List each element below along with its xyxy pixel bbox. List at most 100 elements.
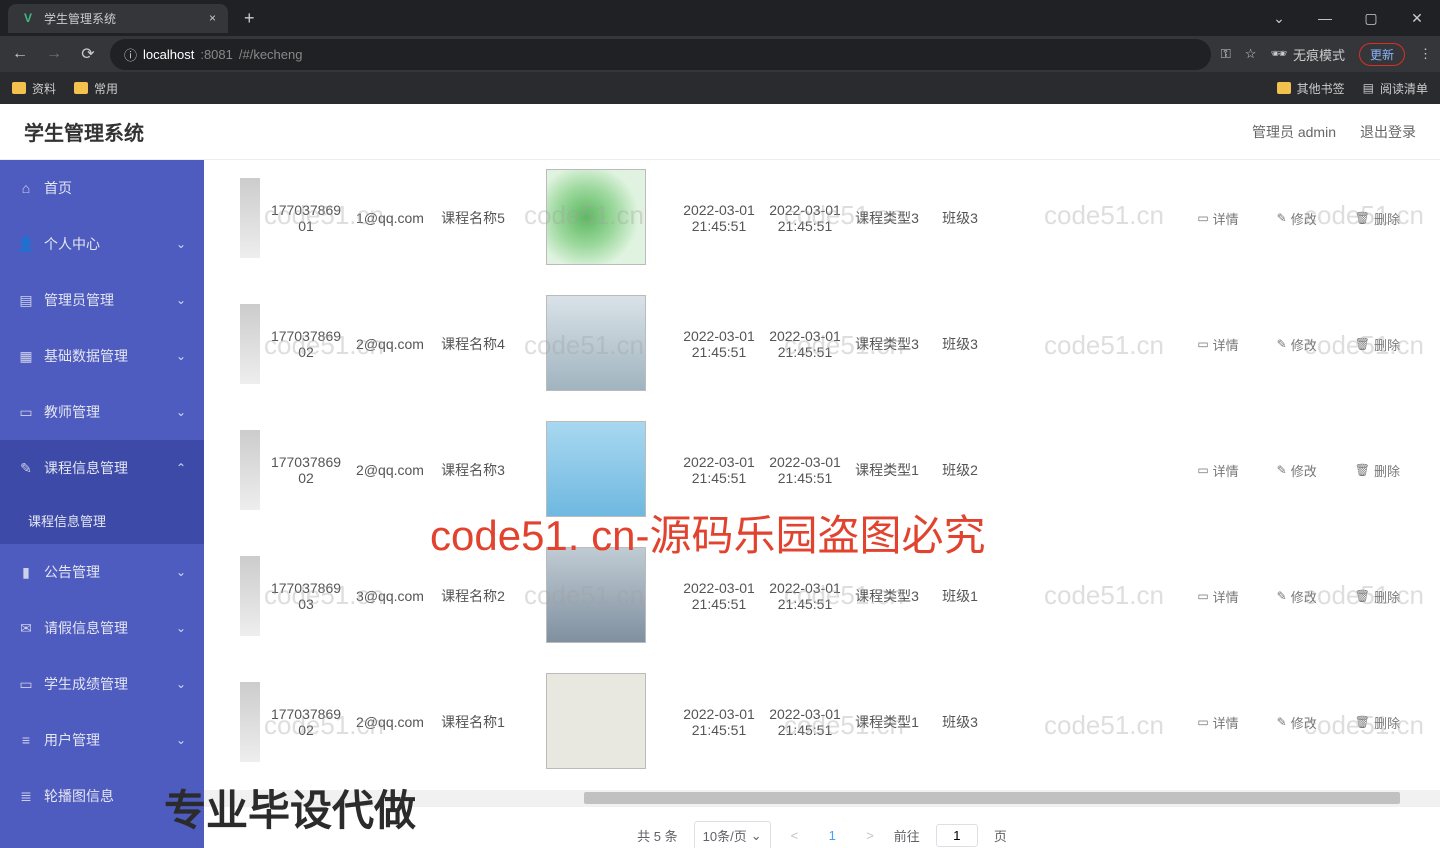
sidebar-subitem-course-info[interactable]: 课程信息管理 <box>0 496 204 544</box>
browser-tab[interactable]: V 学生管理系统 × <box>8 4 228 33</box>
sidebar-item-home[interactable]: ⌂首页 <box>0 160 204 216</box>
key-icon[interactable]: ⚿ <box>1221 46 1231 62</box>
detail-button[interactable]: ▭详情 <box>1197 335 1238 354</box>
chevron-down-icon: ⌄ <box>176 733 186 747</box>
row-email: 2@qq.com <box>350 462 430 478</box>
sidebar-item-admin[interactable]: ▤管理员管理⌄ <box>0 272 204 328</box>
back-icon[interactable]: ← <box>8 45 32 63</box>
new-tab-button[interactable]: + <box>236 4 263 33</box>
horizontal-scrollbar[interactable] <box>204 790 1440 806</box>
sidebar-item-carousel[interactable]: ≣轮播图信息 <box>0 768 204 824</box>
edit-icon: ✎ <box>1277 337 1287 351</box>
row-start-time: 2022-03-01 21:45:51 <box>676 202 762 234</box>
sidebar-item-label: 公告管理 <box>44 562 100 582</box>
minimize-icon[interactable]: — <box>1302 0 1348 36</box>
chevron-down-icon: ⌄ <box>176 565 186 579</box>
incognito-indicator[interactable]: 🕶 无痕模式 <box>1270 45 1345 64</box>
row-id: 177037869​03 <box>262 580 350 612</box>
goto-page-input[interactable] <box>936 824 978 847</box>
sidebar-item-user[interactable]: 👤个人中心⌄ <box>0 216 204 272</box>
page-size-select[interactable]: 10条/页 ⌄ <box>694 821 771 848</box>
close-window-icon[interactable]: ✕ <box>1394 0 1440 36</box>
main-content: 177037869​011@qq.com课程名称52022-03-01 21:4… <box>204 160 1440 848</box>
menu-kebab-icon[interactable]: ⋮ <box>1419 46 1432 62</box>
tab-close-icon[interactable]: × <box>209 11 216 25</box>
sidebar-item-course[interactable]: ✎课程信息管理⌃ <box>0 440 204 496</box>
scrollbar-thumb[interactable] <box>584 792 1400 804</box>
delete-icon: 🗑 <box>1355 337 1370 351</box>
row-image <box>516 169 676 268</box>
edit-button[interactable]: ✎修改 <box>1277 461 1317 480</box>
row-id: 177037869​02 <box>262 328 350 360</box>
sidebar-item-leave[interactable]: ✉请假信息管理⌄ <box>0 600 204 656</box>
next-page-icon[interactable]: > <box>862 828 878 843</box>
sidebar-item-users[interactable]: ≡用户管理⌄ <box>0 712 204 768</box>
detail-button[interactable]: ▭详情 <box>1197 209 1238 228</box>
bookmark-folder[interactable]: 常用 <box>74 80 118 97</box>
maximize-icon[interactable]: ▢ <box>1348 0 1394 36</box>
detail-button[interactable]: ▭详情 <box>1197 461 1238 480</box>
sidebar-item-teacher[interactable]: ▭教师管理⌄ <box>0 384 204 440</box>
row-course-name: 课程名称4 <box>430 334 516 354</box>
chevron-down-icon: ⌄ <box>176 349 186 363</box>
goto-label: 前往 <box>894 826 920 845</box>
app-shell: 学生管理系统 管理员 admin 退出登录 ⌂首页👤个人中心⌄▤管理员管理⌄▦基… <box>0 104 1440 848</box>
delete-button[interactable]: 🗑删除 <box>1355 461 1400 480</box>
row-course-name: 课程名称2 <box>430 586 516 606</box>
users-icon: ≡ <box>18 732 34 748</box>
sidebar-item-data[interactable]: ▦基础数据管理⌄ <box>0 328 204 384</box>
detail-button[interactable]: ▭详情 <box>1197 587 1238 606</box>
sidebar-item-label: 学生成绩管理 <box>44 674 128 694</box>
prev-page-icon[interactable]: < <box>787 828 803 843</box>
reading-list[interactable]: ▤阅读清单 <box>1363 80 1428 97</box>
toolbar-right: ⚿ ☆ 🕶 无痕模式 更新 ⋮ <box>1221 43 1432 66</box>
current-user[interactable]: 管理员 admin <box>1252 122 1336 142</box>
url-port: :8081 <box>200 47 233 62</box>
row-end-time: 2022-03-01 21:45:51 <box>762 580 848 612</box>
delete-icon: 🗑 <box>1355 589 1370 603</box>
edit-button[interactable]: ✎修改 <box>1277 209 1317 228</box>
sidebar-item-notice[interactable]: ▮公告管理⌄ <box>0 544 204 600</box>
url-host: localhost <box>143 47 194 62</box>
edit-icon: ✎ <box>1277 463 1287 477</box>
edit-button[interactable]: ✎修改 <box>1277 713 1317 732</box>
other-bookmarks[interactable]: 其他书签 <box>1277 80 1345 97</box>
logout-link[interactable]: 退出登录 <box>1360 122 1416 142</box>
edit-icon: ✎ <box>1277 715 1287 729</box>
list-icon: ▤ <box>1363 81 1374 95</box>
detail-button[interactable]: ▭详情 <box>1197 713 1238 732</box>
chevron-down-icon[interactable]: ⌄ <box>1256 0 1302 36</box>
delete-button[interactable]: 🗑删除 <box>1355 587 1400 606</box>
detail-icon: ▭ <box>1197 715 1208 729</box>
edit-button[interactable]: ✎修改 <box>1277 587 1317 606</box>
row-image <box>516 421 676 520</box>
row-course-name: 课程名称3 <box>430 460 516 480</box>
reload-icon[interactable]: ⟳ <box>76 44 100 64</box>
course-table: 177037869​011@qq.com课程名称52022-03-01 21:4… <box>204 160 1440 790</box>
page-number[interactable]: 1 <box>818 824 846 847</box>
delete-button[interactable]: 🗑删除 <box>1355 335 1400 354</box>
chevron-up-icon: ⌃ <box>176 461 186 475</box>
forward-icon[interactable]: → <box>42 45 66 63</box>
table-row: 177037869​022@qq.com课程名称12022-03-01 21:4… <box>204 664 1440 790</box>
row-thumb <box>204 556 262 636</box>
url-field[interactable]: ⓘ localhost:8081/#/kecheng <box>110 39 1211 70</box>
edit-icon: ✎ <box>1277 211 1287 225</box>
total-count: 共 5 条 <box>637 826 677 845</box>
row-id: 177037869​02 <box>262 454 350 486</box>
row-class: 班级3 <box>926 712 994 732</box>
app-header: 学生管理系统 管理员 admin 退出登录 <box>0 104 1440 160</box>
user-icon: 👤 <box>18 236 34 252</box>
bookmark-folder[interactable]: 资料 <box>12 80 56 97</box>
delete-button[interactable]: 🗑删除 <box>1355 209 1400 228</box>
row-image <box>516 673 676 772</box>
edit-button[interactable]: ✎修改 <box>1277 335 1317 354</box>
update-button[interactable]: 更新 <box>1359 43 1405 66</box>
delete-button[interactable]: 🗑删除 <box>1355 713 1400 732</box>
row-end-time: 2022-03-01 21:45:51 <box>762 454 848 486</box>
row-end-time: 2022-03-01 21:45:51 <box>762 706 848 738</box>
detail-icon: ▭ <box>1197 589 1208 603</box>
star-icon[interactable]: ☆ <box>1245 46 1257 62</box>
sidebar-item-score[interactable]: ▭学生成绩管理⌄ <box>0 656 204 712</box>
sidebar-item-label: 基础数据管理 <box>44 346 128 366</box>
